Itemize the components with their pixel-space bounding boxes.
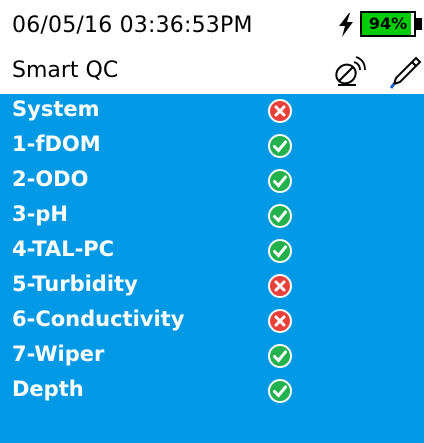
- check-label: System: [12, 97, 100, 121]
- charging-bolt-icon: [339, 13, 353, 37]
- list-item[interactable]: System: [0, 94, 424, 128]
- battery-tip: [416, 18, 422, 30]
- checkmark-icon: [268, 344, 292, 368]
- list-item[interactable]: 6-Conductivity: [0, 304, 424, 338]
- check-label: 5-Turbidity: [12, 272, 138, 296]
- status-bar: 06/05/16 03:36:53PM 94%: [0, 0, 424, 50]
- title-bar: Smart QC: [0, 50, 424, 94]
- check-label: 7-Wiper: [12, 342, 105, 366]
- checkmark-icon: [268, 239, 292, 263]
- check-label: 4-TAL-PC: [12, 237, 115, 261]
- list-item[interactable]: 5-Turbidity: [0, 269, 424, 303]
- x-icon: [268, 99, 292, 123]
- pen-icon[interactable]: [388, 54, 422, 90]
- list-item[interactable]: 3-pH: [0, 199, 424, 233]
- checkmark-icon: [268, 379, 292, 403]
- battery-indicator: 94%: [360, 11, 416, 37]
- check-label: 3-pH: [12, 202, 68, 226]
- x-icon: [268, 309, 292, 333]
- check-label: 6-Conductivity: [12, 307, 185, 331]
- qc-checks-panel: System 1-fDOM 2-ODO 3-pH 4-TAL-PC 5-Turb…: [0, 94, 424, 443]
- check-label: 1-fDOM: [12, 132, 101, 156]
- datetime: 06/05/16 03:36:53PM: [12, 13, 253, 38]
- list-item[interactable]: Depth: [0, 374, 424, 408]
- list-item[interactable]: 1-fDOM: [0, 129, 424, 163]
- page-title: Smart QC: [12, 58, 119, 83]
- x-icon: [268, 274, 292, 298]
- checkmark-icon: [268, 134, 292, 158]
- battery-percent: 94%: [368, 14, 408, 33]
- smart-qc-screen: 06/05/16 03:36:53PM 94% Smart QC System: [0, 0, 424, 443]
- check-label: Depth: [12, 377, 84, 401]
- checkmark-icon: [268, 169, 292, 193]
- checkmark-icon: [268, 204, 292, 228]
- check-label: 2-ODO: [12, 167, 89, 191]
- list-item[interactable]: 2-ODO: [0, 164, 424, 198]
- satellite-icon[interactable]: [330, 54, 370, 90]
- list-item[interactable]: 4-TAL-PC: [0, 234, 424, 268]
- list-item[interactable]: 7-Wiper: [0, 339, 424, 373]
